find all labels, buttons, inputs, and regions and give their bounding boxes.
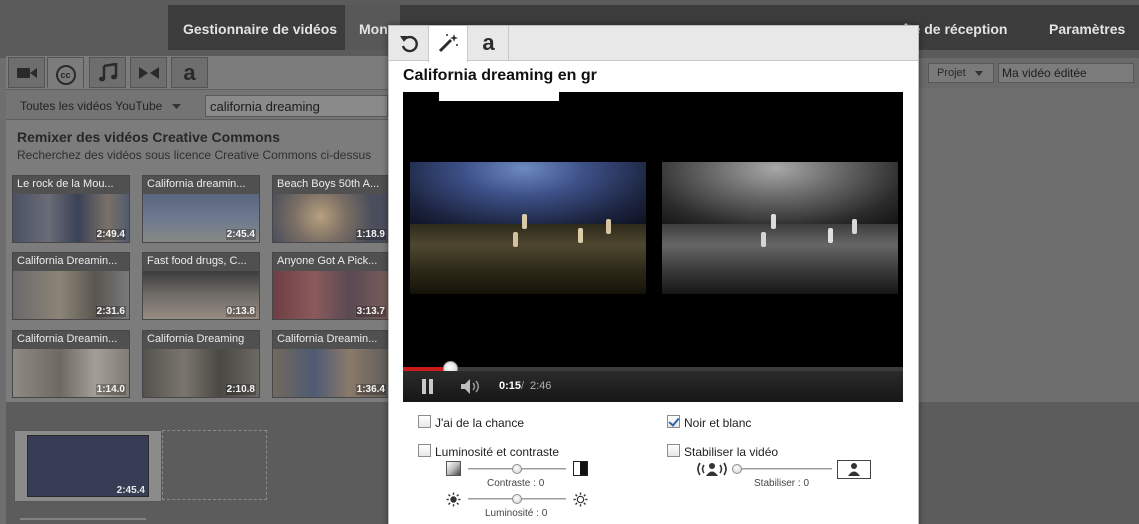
video-thumbnail[interactable]: California Dreaming 2:10.8 — [142, 330, 260, 398]
low-brightness-icon — [446, 492, 461, 507]
timeline-clip[interactable]: 2:45.4 — [14, 430, 162, 502]
brightness-slider-handle[interactable] — [512, 494, 522, 504]
video-thumbnail[interactable]: California Dreamin... 2:31.6 — [12, 252, 130, 320]
search-bar: Toutes les vidéos YouTube — [6, 89, 388, 120]
nav-inbox[interactable]: îte de réception — [904, 21, 1007, 37]
video-thumbnail[interactable]: California Dreamin... 1:14.0 — [12, 330, 130, 398]
title-overlay — [439, 92, 559, 101]
tab-text[interactable]: a — [171, 57, 208, 88]
thumbnail-duration: 2:45.4 — [225, 229, 256, 240]
project-name-input[interactable]: Ma vidéo éditée — [998, 63, 1134, 83]
creative-commons-icon: cc — [55, 65, 76, 85]
thumbnail-title: California Dreamin... — [17, 333, 118, 345]
text-icon: a — [482, 30, 495, 55]
thumbnail-title: Beach Boys 50th A... — [277, 178, 380, 190]
player-controls: 0:15 / 2:46 — [403, 371, 903, 402]
lucky-label: J'ai de la chance — [435, 416, 525, 430]
nav-settings[interactable]: Paramètres — [1049, 21, 1125, 37]
project-button-label: Projet — [937, 67, 966, 79]
chevron-down-icon — [974, 70, 983, 76]
tab-text[interactable]: a — [469, 26, 509, 61]
dialog-title: California dreaming en gr — [403, 67, 597, 84]
chevron-down-icon — [171, 103, 181, 109]
video-thumbnail[interactable]: Anyone Got A Pick... 3:13.7 — [272, 252, 390, 320]
video-thumbnail[interactable]: Beach Boys 50th A... 1:18.9 — [272, 175, 390, 243]
thumbnail-duration: 3:13.7 — [355, 306, 386, 317]
contrast-value: Contraste : 0 — [487, 478, 545, 489]
tab-video[interactable] — [8, 57, 45, 88]
tab-creative-commons[interactable]: cc — [47, 57, 84, 88]
stabilize-value: Stabiliser : 0 — [754, 478, 810, 489]
thumbnail-title: California Dreaming — [147, 333, 245, 345]
project-bar: Projet Ma vidéo éditée — [918, 58, 1139, 88]
text-icon: a — [183, 60, 196, 85]
stable-person-icon — [837, 460, 871, 479]
stabilize-slider-handle[interactable] — [732, 464, 742, 474]
thumbnail-title: California Dreamin... — [17, 255, 118, 267]
video-thumbnail[interactable]: Le rock de la Mou... 2:49.4 — [12, 175, 130, 243]
current-time: 0:15 — [499, 380, 522, 392]
video-camera-icon — [16, 68, 37, 78]
low-contrast-icon — [446, 461, 461, 476]
transition-icon — [138, 67, 159, 79]
project-button[interactable]: Projet — [928, 63, 994, 83]
brightness-contrast-label: Luminosité et contraste — [435, 445, 560, 459]
thumbnail-title: California dreamin... — [147, 178, 246, 190]
thumbnail-duration: 1:36.4 — [355, 384, 386, 395]
clip-duration: 2:45.4 — [116, 485, 145, 496]
thumbnail-duration: 0:13.8 — [225, 306, 256, 317]
timeline-drop-zone[interactable] — [162, 430, 267, 500]
timeline-scrollbar[interactable] — [20, 518, 146, 520]
pause-icon[interactable] — [421, 379, 435, 394]
video-thumbnail[interactable]: Fast food drugs, C... 0:13.8 — [142, 252, 260, 320]
video-player[interactable]: 0:15 / 2:46 — [403, 92, 903, 402]
total-duration: 2:46 — [530, 380, 552, 392]
search-input[interactable] — [205, 95, 388, 117]
remix-title: Remixer des vidéos Creative Commons — [17, 129, 280, 145]
black-white-checkbox[interactable] — [667, 415, 680, 428]
black-white-label: Noir et blanc — [684, 416, 752, 430]
nav-video-manager[interactable]: Gestionnaire de vidéos — [183, 21, 337, 37]
volume-icon[interactable] — [460, 378, 484, 395]
thumbnail-duration: 1:14.0 — [95, 384, 126, 395]
source-dropdown[interactable]: Toutes les vidéos YouTube — [20, 99, 181, 113]
preview-black-white — [662, 162, 898, 294]
lucky-checkbox[interactable] — [418, 415, 431, 428]
thumbnail-title: Anyone Got A Pick... — [277, 255, 378, 267]
brightness-contrast-checkbox[interactable] — [418, 444, 431, 457]
thumbnail-duration: 2:31.6 — [95, 306, 126, 317]
video-thumbnail[interactable]: California Dreamin... 1:36.4 — [272, 330, 390, 398]
thumbnail-duration: 1:18.9 — [355, 229, 386, 240]
tab-rotate[interactable] — [389, 26, 429, 61]
undo-icon — [399, 35, 418, 53]
stabilize-slider-track[interactable] — [734, 468, 832, 470]
thumbnail-title: Fast food drugs, C... — [147, 255, 247, 267]
tab-effects[interactable] — [428, 26, 468, 62]
thumbnail-duration: 2:49.4 — [95, 229, 126, 240]
stabilize-checkbox[interactable] — [667, 444, 680, 457]
thumbnail-title: California Dreamin... — [277, 333, 378, 345]
music-note-icon — [98, 62, 117, 82]
high-brightness-icon — [573, 492, 588, 507]
contrast-slider-handle[interactable] — [512, 464, 522, 474]
tab-transitions[interactable] — [130, 57, 167, 88]
media-panel: cc a Toutes les vidéos YouTube Remixer d… — [6, 56, 390, 402]
video-effects-dialog: a California dreaming en gr 0:15 / 2:46 … — [388, 25, 919, 524]
stabilize-label: Stabiliser la vidéo — [684, 445, 779, 459]
preview-original — [410, 162, 646, 294]
remix-subtitle: Recherchez des vidéos sous licence Creat… — [17, 148, 372, 162]
dialog-tabs: a — [389, 26, 918, 62]
magic-wand-icon — [438, 34, 458, 53]
shaky-person-icon — [697, 462, 727, 476]
tab-audio[interactable] — [89, 57, 126, 88]
brightness-value: Luminosité : 0 — [485, 508, 548, 519]
high-contrast-icon — [573, 461, 588, 476]
thumbnail-duration: 2:10.8 — [225, 384, 256, 395]
source-dropdown-label: Toutes les vidéos YouTube — [20, 99, 163, 113]
thumbnail-title: Le rock de la Mou... — [17, 178, 114, 190]
video-thumbnail[interactable]: California dreamin... 2:45.4 — [142, 175, 260, 243]
time-separator: / — [521, 380, 525, 392]
